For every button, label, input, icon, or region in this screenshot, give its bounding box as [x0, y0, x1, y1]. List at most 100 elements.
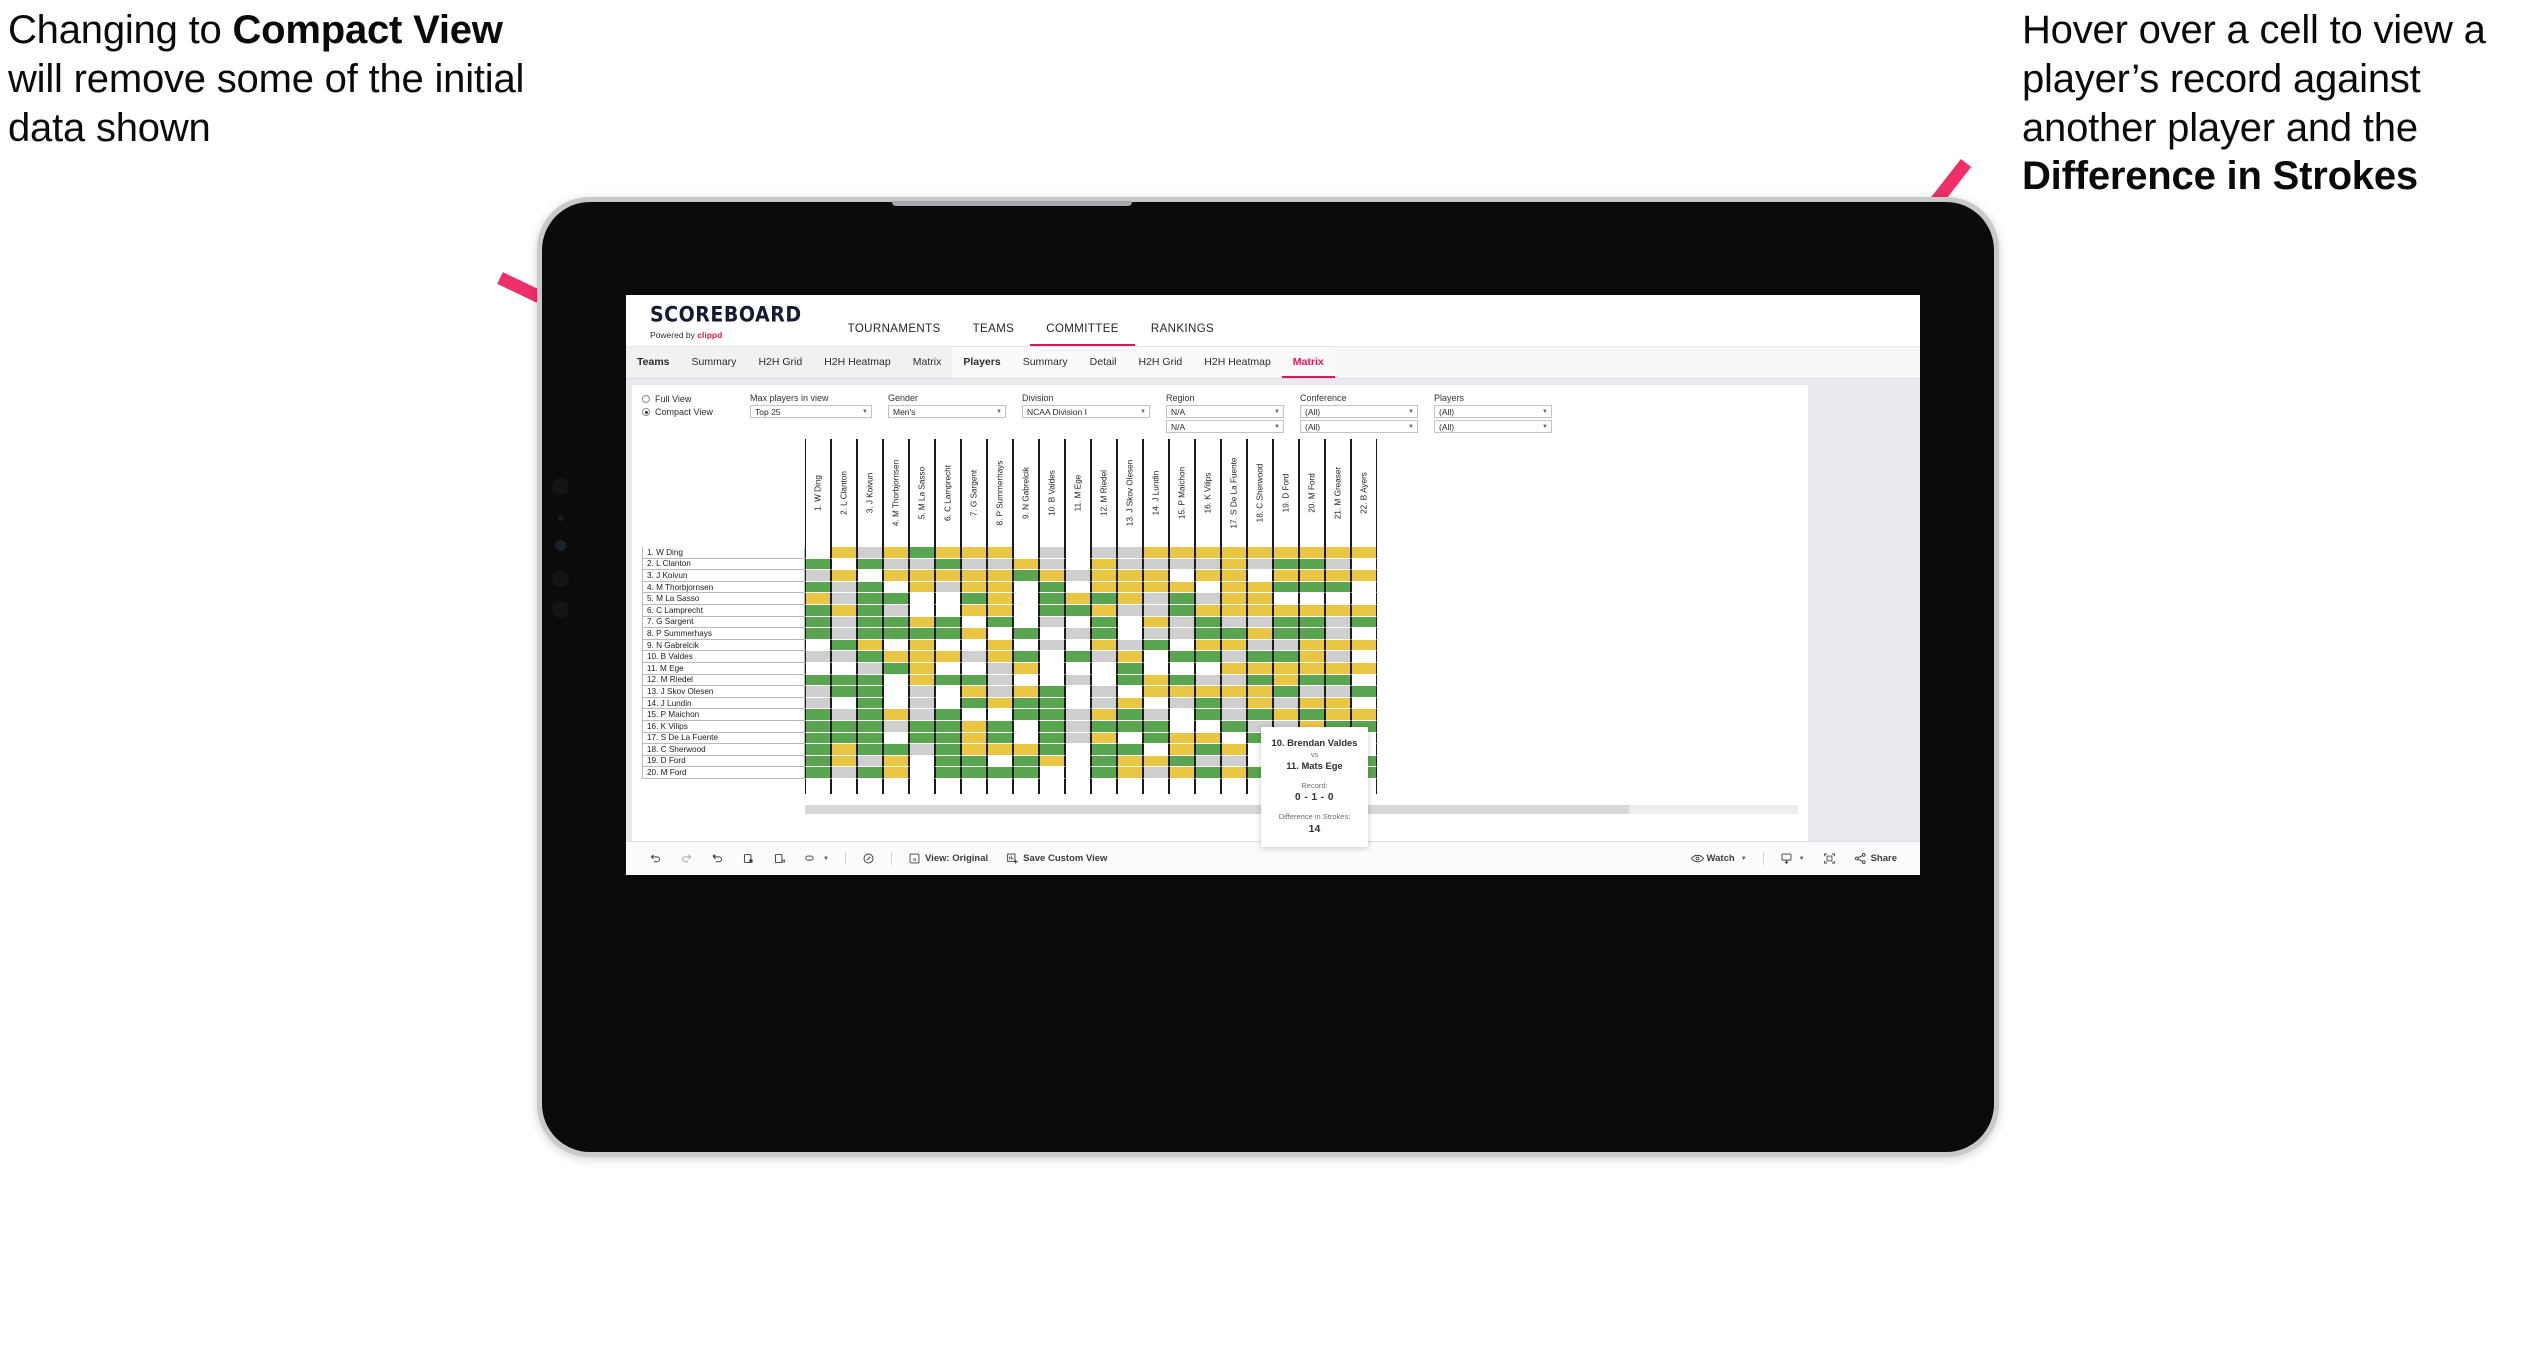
matrix-cell[interactable] [883, 604, 909, 617]
matrix-cell[interactable] [831, 720, 857, 733]
topnav-item-teams[interactable]: TEAMS [957, 323, 1031, 346]
matrix-cell[interactable] [1169, 767, 1195, 779]
matrix-cell[interactable] [857, 709, 883, 721]
matrix-cell[interactable] [831, 732, 857, 745]
matrix-cell[interactable] [1325, 639, 1351, 652]
matrix-cell[interactable] [1065, 709, 1091, 721]
matrix-cell[interactable] [987, 628, 1013, 640]
matrix-cell[interactable] [805, 755, 831, 768]
matrix-cell[interactable] [909, 593, 935, 605]
matrix-cell[interactable] [1117, 628, 1143, 640]
matrix-cell[interactable] [1039, 616, 1065, 629]
matrix-cell[interactable] [987, 755, 1013, 768]
matrix-cell[interactable] [1039, 547, 1065, 559]
matrix-cell[interactable] [1195, 755, 1221, 768]
save-custom-view-button[interactable]: Save Custom View [997, 842, 1116, 875]
matrix-cell[interactable] [1273, 581, 1299, 594]
tab-players-matrix[interactable]: Matrix [1281, 347, 1335, 378]
matrix-cell[interactable] [857, 639, 883, 652]
matrix-cell[interactable] [1013, 732, 1039, 745]
undo-button[interactable] [640, 842, 671, 875]
matrix-cell[interactable] [1221, 686, 1247, 698]
matrix-cell[interactable] [909, 720, 935, 733]
matrix-cell[interactable] [909, 709, 935, 721]
matrix-cell[interactable] [935, 604, 961, 617]
matrix-cell[interactable] [961, 697, 987, 710]
matrix-cell[interactable] [1091, 593, 1117, 605]
matrix-cell[interactable] [1273, 686, 1299, 698]
gender-select[interactable]: Men's ▼ [888, 405, 1006, 418]
matrix-cell[interactable] [1013, 744, 1039, 756]
matrix-col-header[interactable]: 9. N Gabrelcik [1013, 439, 1039, 547]
matrix-cell[interactable] [805, 558, 831, 571]
share-button[interactable]: Share [1845, 842, 1906, 875]
matrix-cell[interactable] [1013, 709, 1039, 721]
matrix-col-header[interactable]: 15. P Maichon [1169, 439, 1195, 547]
matrix-cell[interactable] [1169, 616, 1195, 629]
matrix-cell[interactable] [987, 639, 1013, 652]
matrix-cell[interactable] [805, 709, 831, 721]
matrix-cell[interactable] [857, 628, 883, 640]
matrix-cell[interactable] [987, 767, 1013, 779]
matrix-cell[interactable] [1221, 697, 1247, 710]
topnav-item-tournaments[interactable]: TOURNAMENTS [832, 323, 957, 346]
matrix-row-label[interactable]: 20. M Ford [642, 767, 805, 779]
matrix-row-label[interactable]: 13. J Skov Olesen [642, 686, 805, 698]
matrix-cell[interactable] [857, 662, 883, 675]
matrix-cell[interactable] [1351, 616, 1377, 629]
matrix-cell[interactable] [961, 547, 987, 559]
players-select-1[interactable]: (All) ▼ [1434, 405, 1552, 418]
matrix-cell[interactable] [1195, 767, 1221, 779]
matrix-cell[interactable] [1143, 709, 1169, 721]
matrix-cell[interactable] [1143, 767, 1169, 779]
matrix-cell[interactable] [1117, 604, 1143, 617]
matrix-cell[interactable] [1013, 616, 1039, 629]
matrix-cell[interactable] [1351, 593, 1377, 605]
matrix-cell[interactable] [1143, 616, 1169, 629]
matrix-cell[interactable] [1325, 616, 1351, 629]
matrix-cell[interactable] [1169, 697, 1195, 710]
matrix-cell[interactable] [1143, 558, 1169, 571]
zoom-select-button[interactable]: ▼ [795, 842, 838, 875]
matrix-cell[interactable] [1065, 697, 1091, 710]
matrix-col-header[interactable]: 7. G Sargent [961, 439, 987, 547]
matrix-cell[interactable] [961, 616, 987, 629]
matrix-cell[interactable] [805, 593, 831, 605]
tab-teams-h2h-grid[interactable]: H2H Grid [747, 347, 813, 378]
matrix-cell[interactable] [1039, 720, 1065, 733]
matrix-cell[interactable] [987, 604, 1013, 617]
matrix-cell[interactable] [935, 697, 961, 710]
matrix-cell[interactable] [1221, 755, 1247, 768]
matrix-cell[interactable] [1143, 604, 1169, 617]
matrix-cell[interactable] [1195, 581, 1221, 594]
matrix-col-header[interactable]: 14. J Lundin [1143, 439, 1169, 547]
matrix-cell[interactable] [1325, 570, 1351, 582]
matrix-col-header[interactable]: 13. J Skov Olesen [1117, 439, 1143, 547]
matrix-cell[interactable] [1299, 709, 1325, 721]
matrix-cell[interactable] [961, 755, 987, 768]
matrix-cell[interactable] [1195, 547, 1221, 559]
matrix-cell[interactable] [1351, 570, 1377, 582]
tab-teams-teams[interactable]: Teams [626, 347, 681, 378]
matrix-cell[interactable] [1065, 767, 1091, 779]
matrix-cell[interactable] [1195, 674, 1221, 687]
matrix-cell[interactable] [1351, 581, 1377, 594]
matrix-cell[interactable] [909, 755, 935, 768]
matrix-cell[interactable] [1143, 547, 1169, 559]
matrix-cell[interactable] [909, 581, 935, 594]
matrix-cell[interactable] [1221, 651, 1247, 663]
matrix-row-label[interactable]: 3. J Koivun [642, 570, 805, 582]
matrix-cell[interactable] [1221, 604, 1247, 617]
matrix-cell[interactable] [1325, 604, 1351, 617]
matrix-cell[interactable] [1013, 662, 1039, 675]
matrix-cell[interactable] [1351, 639, 1377, 652]
matrix-cell[interactable] [1039, 628, 1065, 640]
matrix-cell[interactable] [1221, 547, 1247, 559]
matrix-cell[interactable] [857, 697, 883, 710]
matrix-cell[interactable] [1169, 686, 1195, 698]
matrix-cell[interactable] [935, 674, 961, 687]
matrix-cell[interactable] [805, 720, 831, 733]
matrix-cell[interactable] [1195, 593, 1221, 605]
matrix-cell[interactable] [961, 709, 987, 721]
matrix-cell[interactable] [857, 767, 883, 779]
